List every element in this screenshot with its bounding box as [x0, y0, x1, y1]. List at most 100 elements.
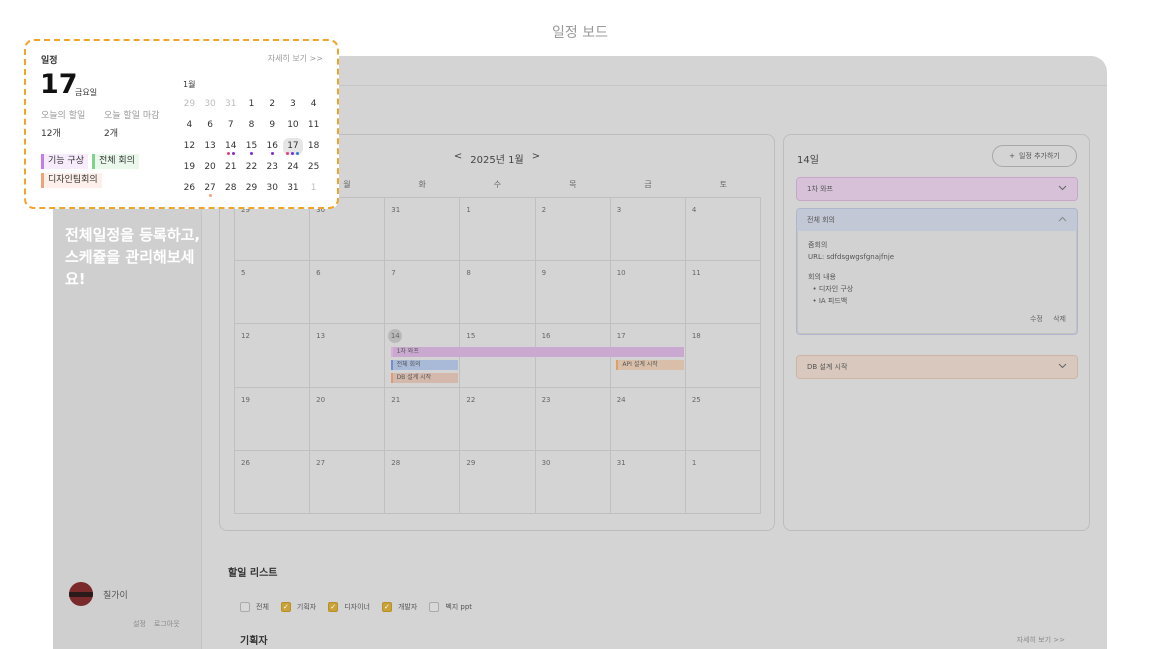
panel-event-item[interactable]: 1차 와프: [796, 177, 1078, 201]
mini-calendar-day[interactable]: 28: [220, 180, 241, 197]
mini-calendar-day[interactable]: 30: [262, 180, 283, 197]
mini-calendar-day-number: 31: [225, 99, 237, 109]
edit-button[interactable]: 수정: [1030, 315, 1043, 323]
mini-calendar-day[interactable]: 27: [200, 180, 221, 197]
mini-calendar-day[interactable]: 6: [200, 117, 221, 134]
mini-calendar-day[interactable]: 31: [220, 96, 241, 113]
calendar-day-cell[interactable]: 2: [535, 198, 611, 262]
calendar-event[interactable]: DB 설계 시작: [390, 372, 458, 383]
mini-calendar-day[interactable]: 1: [303, 180, 324, 197]
calendar-day-cell[interactable]: 8: [460, 261, 536, 325]
calendar-day-cell[interactable]: 11: [685, 261, 761, 325]
prev-month-button[interactable]: <: [454, 151, 462, 166]
mini-calendar-day[interactable]: 29: [179, 96, 200, 113]
calendar-day-cell[interactable]: 7: [385, 261, 461, 325]
mini-calendar-day[interactable]: 11: [303, 117, 324, 134]
mini-calendar-day[interactable]: 7: [220, 117, 241, 134]
calendar-day-cell[interactable]: 1: [460, 198, 536, 262]
mini-calendar-day[interactable]: 21: [220, 159, 241, 176]
mini-calendar-day[interactable]: 26: [179, 180, 200, 197]
mini-calendar-day[interactable]: 15: [241, 138, 262, 155]
widget-more-link[interactable]: 자세히 보기 >>: [268, 53, 323, 64]
checkbox-icon[interactable]: [240, 602, 250, 612]
checkbox-checked-icon[interactable]: ✓: [381, 602, 392, 612]
mini-calendar-day[interactable]: 1: [241, 96, 262, 113]
calendar-day-cell[interactable]: 21: [385, 387, 461, 451]
mini-calendar-day[interactable]: 23: [262, 159, 283, 176]
delete-button[interactable]: 삭제: [1053, 315, 1066, 323]
todo-filter[interactable]: 벡지 ppt: [429, 602, 472, 612]
calendar-day-cell[interactable]: 24: [610, 387, 686, 451]
schedule-tag[interactable]: 전체 회의: [91, 154, 139, 169]
mini-calendar-day[interactable]: 3: [283, 96, 304, 113]
mini-calendar-day[interactable]: 25: [303, 159, 324, 176]
todo-filter[interactable]: ✓ 기획자: [280, 602, 316, 612]
todo-filter[interactable]: 전체: [240, 602, 269, 612]
calendar-day-cell[interactable]: 13: [310, 324, 386, 388]
panel-event-header[interactable]: 전체 회의: [797, 209, 1077, 231]
mini-calendar-day[interactable]: 22: [241, 159, 262, 176]
logout-link[interactable]: 로그아웃: [154, 619, 180, 629]
calendar-day-cell[interactable]: 23: [535, 387, 611, 451]
calendar-event[interactable]: 1차 와프: [390, 346, 684, 357]
calendar-day-cell[interactable]: 28: [385, 450, 461, 514]
mini-calendar-day[interactable]: 16: [262, 138, 283, 155]
mini-calendar-day[interactable]: 17: [282, 138, 304, 155]
next-month-button[interactable]: >: [532, 151, 540, 166]
calendar-day-cell[interactable]: 19: [235, 387, 311, 451]
mini-calendar-day[interactable]: 13: [200, 138, 221, 155]
user-profile[interactable]: 칠가이: [69, 582, 128, 606]
mini-calendar-day[interactable]: 10: [283, 117, 304, 134]
mini-calendar-day[interactable]: 14: [220, 138, 241, 155]
calendar-day-cell[interactable]: 18: [685, 324, 761, 388]
panel-event-header[interactable]: DB 설계 시작: [797, 356, 1077, 378]
calendar-event[interactable]: 전체 회의: [390, 359, 458, 370]
calendar-day-cell[interactable]: 6: [310, 261, 386, 325]
mini-calendar-day[interactable]: 20: [200, 159, 221, 176]
mini-calendar-day[interactable]: 30: [200, 96, 221, 113]
mini-calendar-day[interactable]: 4: [303, 96, 324, 113]
calendar-day-cell[interactable]: 3: [610, 198, 686, 262]
checkbox-checked-icon[interactable]: ✓: [280, 602, 291, 612]
calendar-day-cell[interactable]: 30: [535, 450, 611, 514]
calendar-event[interactable]: API 설계 시작: [616, 359, 684, 370]
add-schedule-button[interactable]: + 일정 추가하기: [992, 145, 1077, 167]
calendar-day-cell[interactable]: 26: [235, 450, 311, 514]
calendar-day-cell[interactable]: 22: [460, 387, 536, 451]
calendar-day-cell[interactable]: 27: [310, 450, 386, 514]
calendar-day-cell[interactable]: 12: [235, 324, 311, 388]
mini-calendar-day[interactable]: 4: [179, 117, 200, 134]
calendar-day-cell[interactable]: 1: [685, 450, 761, 514]
todo-more-link[interactable]: 자세히 보기 >>: [1017, 635, 1065, 645]
calendar-day-cell[interactable]: 31: [385, 198, 461, 262]
schedule-tag[interactable]: 기능 구상: [41, 154, 88, 169]
panel-event-item[interactable]: 전체 회의 줌회의 URL: sdfdsgwgsfgnajfnje 회의 내용 …: [796, 208, 1078, 335]
mini-calendar-day[interactable]: 19: [179, 159, 200, 176]
checkbox-checked-icon[interactable]: ✓: [328, 602, 339, 612]
calendar-day-cell[interactable]: 29: [460, 450, 536, 514]
todo-filter[interactable]: ✓ 개발자: [381, 602, 417, 612]
todo-filter[interactable]: ✓ 디자이너: [328, 602, 370, 612]
mini-calendar-day[interactable]: 8: [241, 117, 262, 134]
mini-calendar-day[interactable]: 29: [241, 180, 262, 197]
mini-calendar-day[interactable]: 12: [179, 138, 200, 155]
panel-event-item[interactable]: DB 설계 시작: [796, 355, 1078, 379]
schedule-tag[interactable]: 디자인팀회의: [41, 173, 102, 188]
calendar-day-cell[interactable]: 4: [685, 198, 761, 262]
weekday-label: 목: [569, 180, 577, 189]
mini-calendar-day[interactable]: 9: [262, 117, 283, 134]
calendar-day-cell[interactable]: 9: [535, 261, 611, 325]
calendar-day-cell[interactable]: 5: [235, 261, 311, 325]
panel-event-header[interactable]: 1차 와프: [797, 178, 1077, 200]
mini-calendar-day[interactable]: 24: [283, 159, 304, 176]
calendar-day-cell[interactable]: 31: [610, 450, 686, 514]
mini-calendar-day[interactable]: 2: [262, 96, 283, 113]
schedule-widget[interactable]: 일정 자세히 보기 >> 17 금요일 오늘의 할일 오늘 할일 마감 12개 …: [24, 39, 339, 209]
settings-link[interactable]: 설정: [133, 619, 146, 629]
mini-calendar-day[interactable]: 31: [283, 180, 304, 197]
calendar-day-cell[interactable]: 10: [610, 261, 686, 325]
checkbox-icon[interactable]: [429, 602, 440, 612]
mini-calendar-day[interactable]: 18: [303, 138, 324, 155]
calendar-day-cell[interactable]: 20: [310, 387, 386, 451]
calendar-day-cell[interactable]: 25: [685, 387, 761, 451]
